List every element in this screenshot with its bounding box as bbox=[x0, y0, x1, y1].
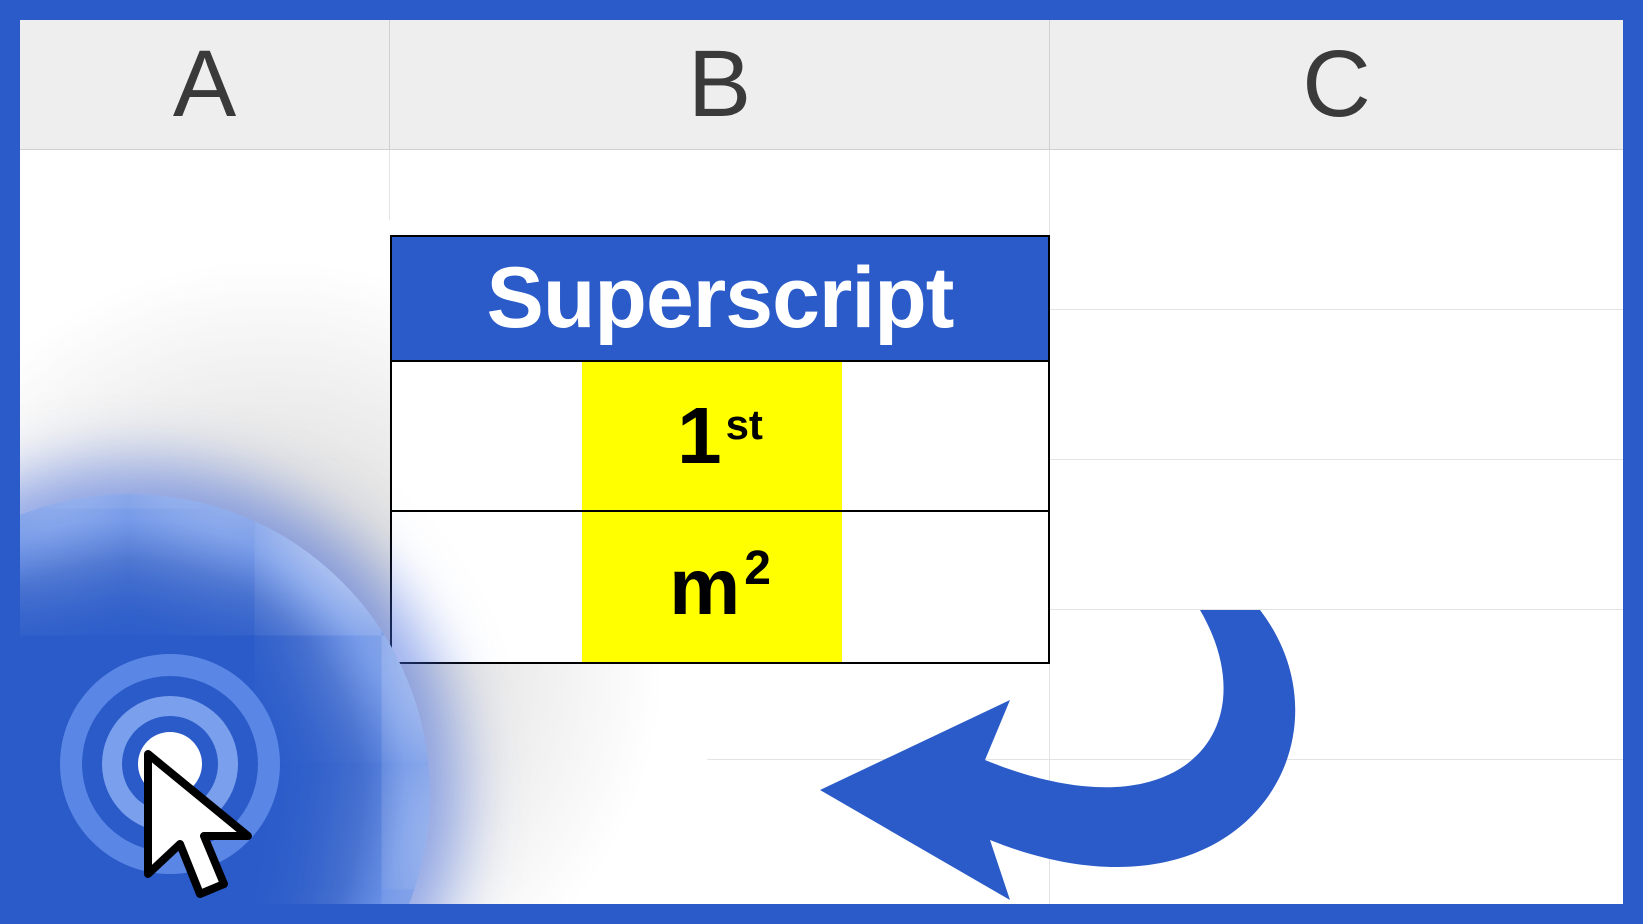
value-2-sup: 2 bbox=[744, 541, 771, 596]
column-header-row: A B C bbox=[20, 20, 1623, 150]
outer-frame: A B C bbox=[0, 0, 1643, 924]
superscript-row-1[interactable]: 1 st bbox=[392, 362, 1048, 512]
value-m2: m 2 bbox=[669, 541, 771, 633]
cell-c2[interactable] bbox=[1050, 310, 1623, 459]
value-1-sup: st bbox=[726, 401, 763, 449]
value-1-base: 1 bbox=[677, 390, 722, 482]
cursor-icon bbox=[138, 744, 288, 904]
column-header-a[interactable]: A bbox=[20, 20, 390, 149]
cell-a1[interactable] bbox=[20, 150, 390, 309]
cell-a2[interactable] bbox=[20, 310, 390, 459]
column-header-b[interactable]: B bbox=[390, 20, 1050, 149]
superscript-table-header[interactable]: Superscript bbox=[392, 237, 1048, 362]
grid-area: Superscript 1 st m 2 bbox=[20, 150, 1623, 904]
spreadsheet-canvas: A B C bbox=[20, 20, 1623, 904]
column-header-c[interactable]: C bbox=[1050, 20, 1623, 149]
value-2-base: m bbox=[669, 541, 740, 633]
curved-arrow-icon bbox=[800, 580, 1320, 904]
cell-c1[interactable] bbox=[1050, 150, 1623, 309]
value-1st: 1 st bbox=[677, 390, 763, 482]
